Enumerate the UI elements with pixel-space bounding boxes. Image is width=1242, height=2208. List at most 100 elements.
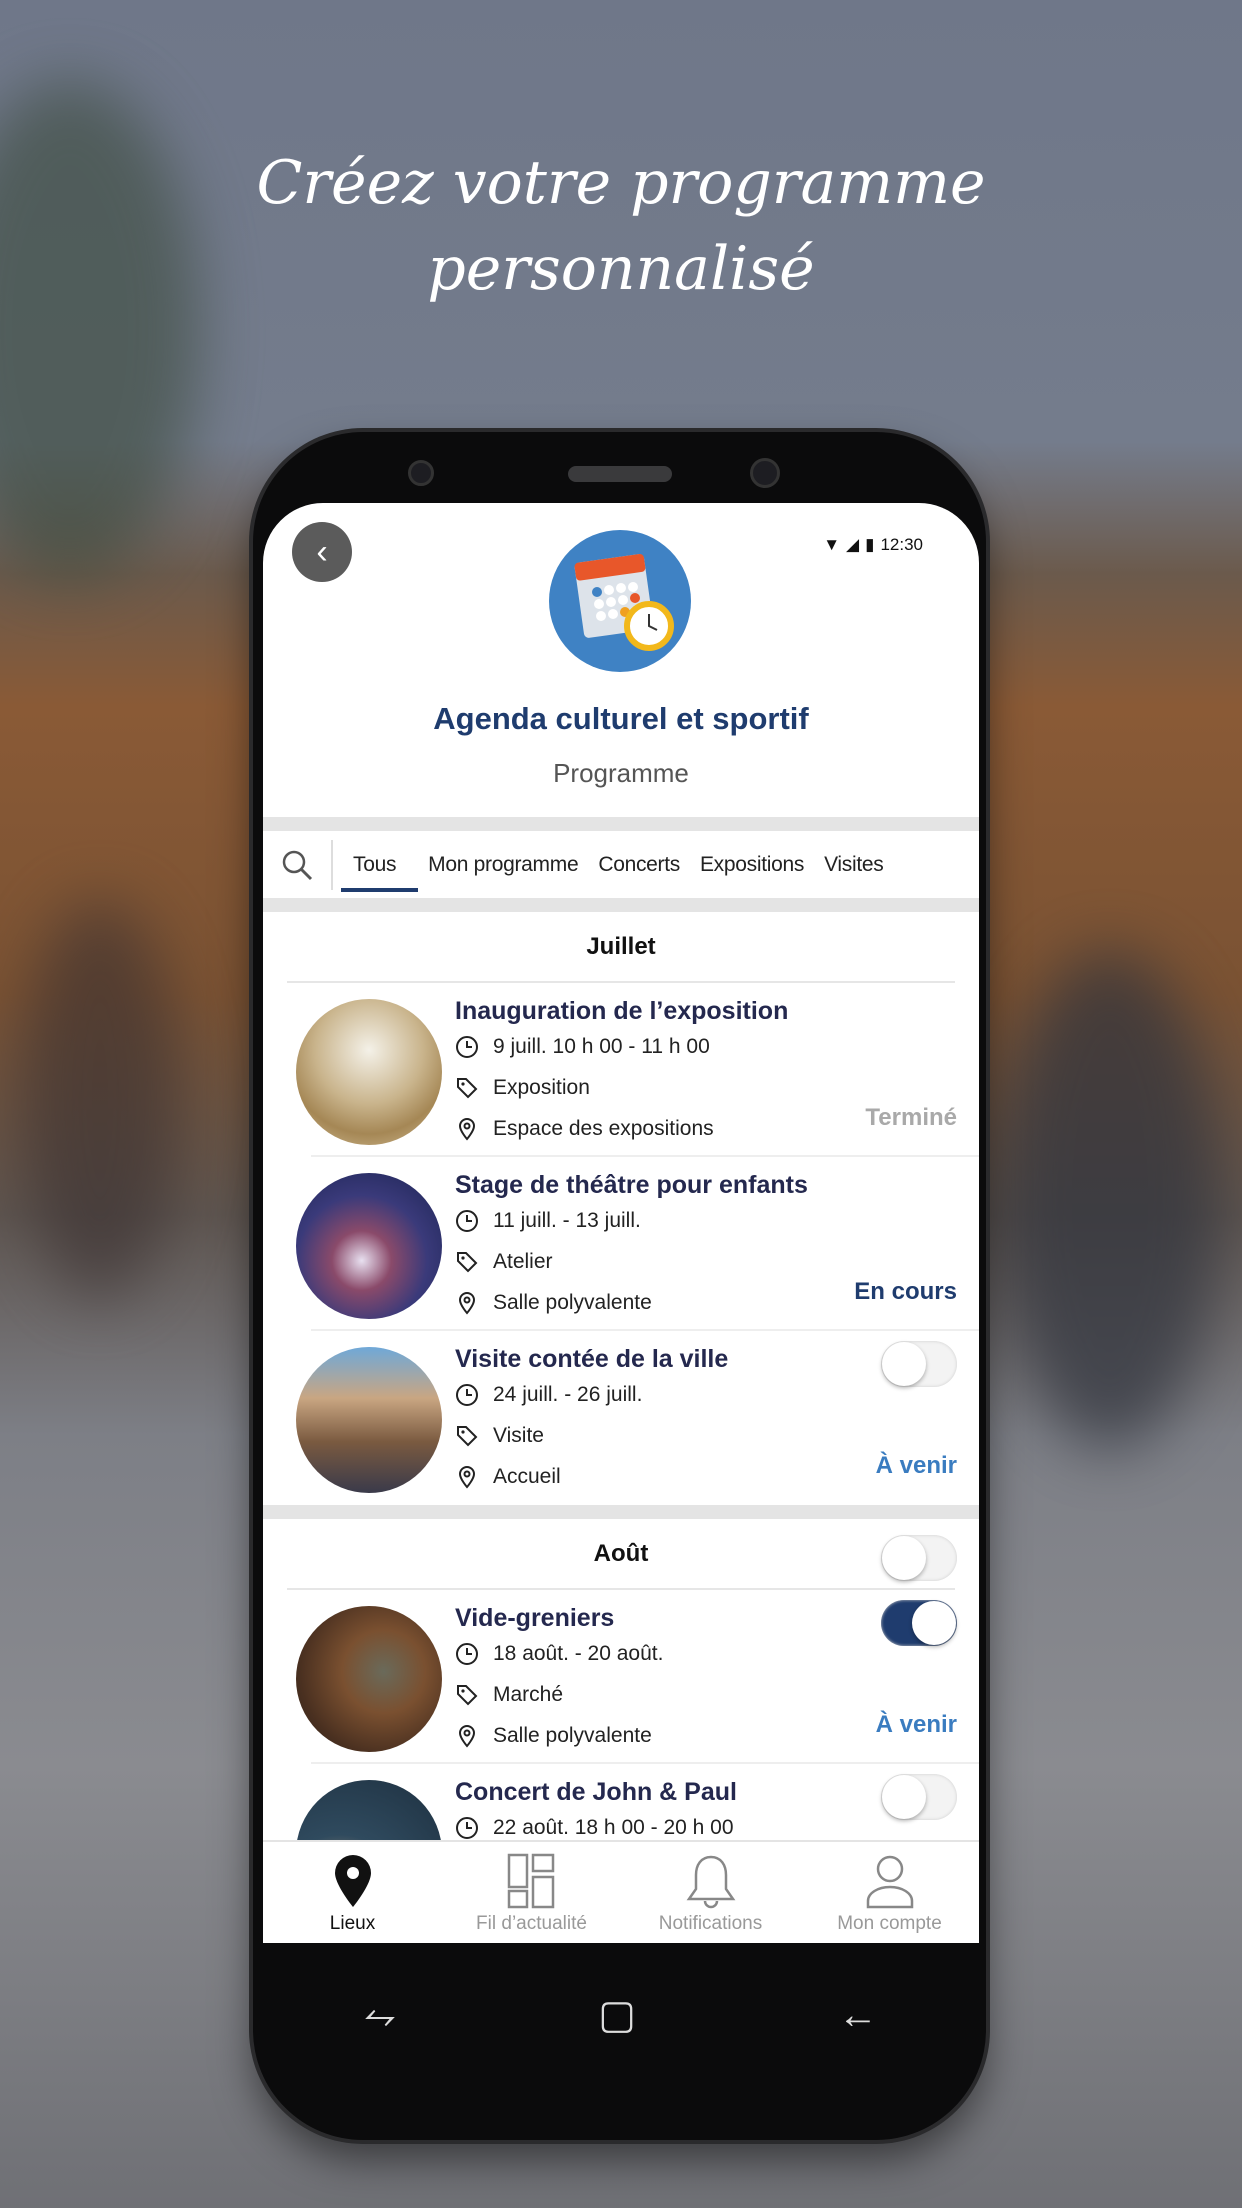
clock-icon: [456, 1210, 478, 1232]
tab-tous[interactable]: Tous: [333, 831, 419, 898]
event-item[interactable]: Concert de John & Paul 22 août. 18 h 00 …: [296, 1764, 979, 1840]
background-person: [1000, 950, 1220, 1450]
event-image: [296, 1173, 442, 1319]
divider: [263, 817, 979, 831]
event-image: [296, 1347, 442, 1493]
event-category: Marché: [493, 1683, 564, 1706]
month-label: Août: [593, 1539, 649, 1567]
tab-mon-programme[interactable]: Mon programme: [418, 831, 588, 898]
recents-icon[interactable]: ⥊: [364, 1993, 396, 2038]
tag-icon: [457, 1426, 478, 1447]
event-date: 22 août. 18 h 00 - 20 h 00: [493, 1816, 734, 1839]
tag-icon: [457, 1078, 478, 1099]
app-screen: ‹ ▼ ◢ ▮ 12:30 Agenda culturel et sportif P…: [263, 503, 979, 1943]
event-date: 24 juill. - 26 juill.: [493, 1383, 643, 1406]
page-subtitle: Programme: [553, 758, 689, 788]
event-image: [296, 999, 442, 1145]
back-button[interactable]: ‹: [292, 522, 352, 582]
headline-line-2: personnalisé: [427, 234, 815, 304]
event-title: Inauguration de l’exposition: [455, 997, 789, 1025]
search-icon: [282, 850, 313, 880]
clock-icon: [456, 1817, 478, 1839]
event-status: Terminé: [865, 1104, 957, 1131]
grid-icon: [507, 1853, 554, 1909]
nav-label: Fil d’actualité: [476, 1913, 587, 1934]
event-date: 18 août. - 20 août.: [493, 1642, 664, 1665]
event-title: Vide-greniers: [455, 1604, 615, 1632]
event-list[interactable]: Juillet Inauguration de l’exposition 9 j…: [263, 912, 979, 1840]
month-header: Août: [287, 1519, 957, 1590]
status-time: 12:30: [880, 535, 923, 554]
tab-concerts[interactable]: Concerts: [588, 831, 690, 898]
event-category: Visite: [493, 1424, 544, 1447]
month-program-toggle[interactable]: [881, 1535, 957, 1581]
event-status: En cours: [854, 1278, 957, 1305]
event-place: Salle polyvalente: [493, 1724, 652, 1747]
clock-icon: [456, 1384, 478, 1406]
filter-tabs: Tous Mon programme Concerts Expositions …: [263, 831, 979, 898]
event-place: Accueil: [493, 1465, 561, 1488]
event-item[interactable]: Visite contée de la ville 24 juill. - 26…: [296, 1331, 979, 1505]
headline-line-1: Créez votre programme: [256, 148, 986, 218]
background-person: [20, 900, 180, 1300]
tab-visites[interactable]: Visites: [814, 831, 893, 898]
nav-label: Notifications: [658, 1913, 763, 1934]
phone-speaker: [568, 466, 672, 482]
tag-icon: [457, 1252, 478, 1273]
tab-expositions[interactable]: Expositions: [690, 831, 814, 898]
nav-label: Lieux: [329, 1913, 376, 1934]
signal-icon: ◢: [846, 535, 860, 554]
nav-mon-compte[interactable]: Mon compte: [800, 1842, 979, 1943]
user-icon: [866, 1855, 913, 1909]
event-item[interactable]: Inauguration de l’exposition 9 juill. 10…: [296, 983, 979, 1157]
app-title: Agenda culturel et sportif: [433, 701, 809, 736]
divider: [263, 1505, 979, 1519]
nav-lieux[interactable]: Lieux: [263, 1842, 442, 1943]
event-image: [296, 1780, 442, 1840]
add-to-program-toggle[interactable]: [881, 1774, 957, 1820]
month-header: Juillet: [287, 912, 955, 983]
clock-icon: [456, 1643, 478, 1665]
search-button[interactable]: [263, 839, 333, 890]
nav-notifications[interactable]: Notifications: [621, 1842, 800, 1943]
front-camera: [408, 460, 434, 486]
divider: [263, 898, 979, 912]
event-image: [296, 1606, 442, 1752]
nav-label: Mon compte: [837, 1913, 942, 1934]
location-pin-icon: [458, 1466, 476, 1489]
event-title: Visite contée de la ville: [455, 1345, 729, 1373]
location-pin-icon: [458, 1725, 476, 1748]
add-to-program-toggle[interactable]: [881, 1600, 957, 1646]
clock-icon: [456, 1036, 478, 1058]
home-icon[interactable]: ▢: [598, 1992, 636, 2038]
tag-icon: [457, 1685, 478, 1706]
add-to-program-toggle[interactable]: [881, 1341, 957, 1387]
iris-scanner: [750, 458, 780, 488]
android-nav-bar: ⥊ ▢ ←: [263, 1985, 979, 2045]
event-place: Salle polyvalente: [493, 1291, 652, 1314]
promo-headline: Créez votre programme personnalisé: [0, 140, 1242, 312]
calendar-logo-icon: [549, 530, 691, 672]
event-category: Exposition: [493, 1076, 590, 1099]
chevron-left-icon: ‹: [316, 532, 328, 571]
nav-fil-actualite[interactable]: Fil d’actualité: [442, 1842, 621, 1943]
wifi-icon: ▼: [823, 535, 841, 554]
location-pin-icon: [458, 1292, 476, 1315]
bottom-nav: Lieux Fil d’actualité Notifications Mon …: [263, 1840, 979, 1943]
event-category: Atelier: [493, 1250, 553, 1273]
event-item[interactable]: Stage de théâtre pour enfants 11 juill. …: [296, 1157, 979, 1331]
event-date: 11 juill. - 13 juill.: [493, 1209, 641, 1232]
battery-icon: ▮: [865, 535, 875, 554]
map-pin-icon: [334, 1855, 371, 1907]
event-title: Stage de théâtre pour enfants: [455, 1171, 808, 1199]
event-title: Concert de John & Paul: [455, 1778, 737, 1806]
status-bar: ▼ ◢ ▮ 12:30: [823, 535, 923, 555]
back-arrow-icon[interactable]: ←: [838, 1993, 878, 2038]
event-status: À venir: [875, 1452, 957, 1479]
event-place: Espace des expositions: [493, 1117, 714, 1140]
event-date: 9 juill. 10 h 00 - 11 h 00: [493, 1035, 710, 1058]
location-pin-icon: [458, 1118, 476, 1141]
bell-icon: [686, 1855, 735, 1909]
event-item[interactable]: Vide-greniers 18 août. - 20 août. Marché…: [296, 1590, 979, 1764]
event-status: À venir: [875, 1711, 957, 1738]
